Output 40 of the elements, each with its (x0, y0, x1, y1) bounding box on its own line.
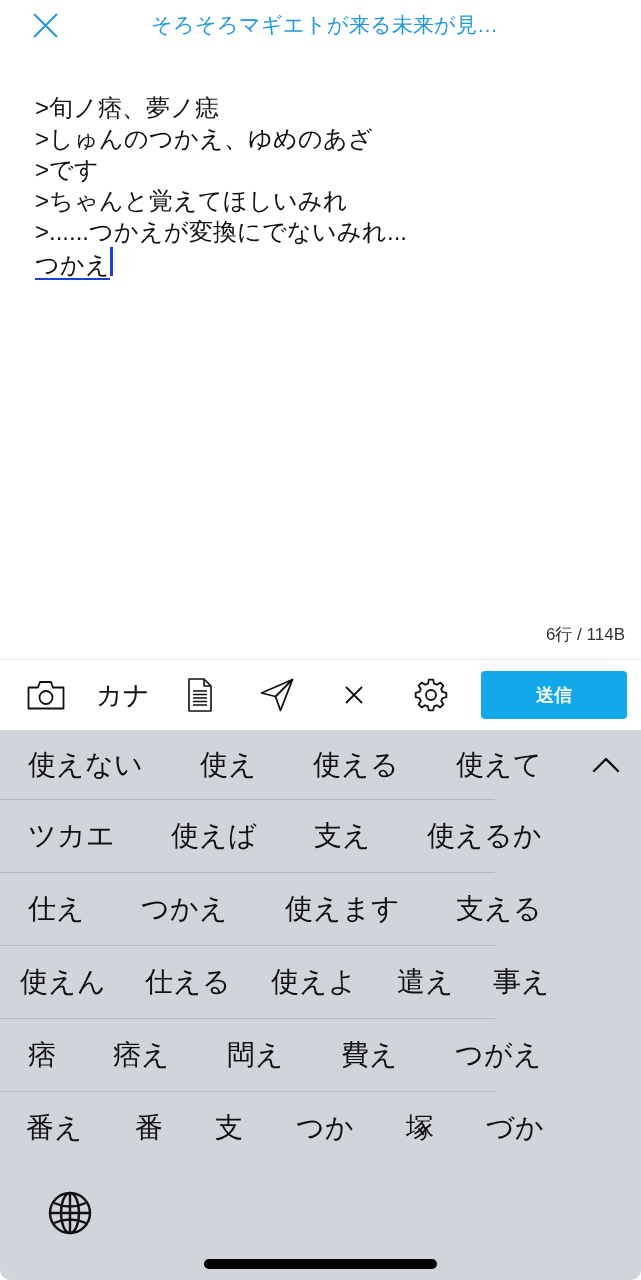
conversion-candidate[interactable]: つかえ (141, 892, 229, 926)
cursor-icon (110, 247, 113, 276)
conversion-candidate[interactable]: 遣え (396, 965, 454, 999)
conversion-candidate[interactable]: ツカエ (28, 819, 116, 853)
globe-icon[interactable] (48, 1191, 92, 1235)
character-counter: 6行 / 114B (545, 625, 625, 645)
conversion-candidate[interactable]: 使えば (171, 819, 258, 853)
document-icon[interactable] (187, 678, 212, 712)
conversion-candidate[interactable]: 支える (455, 892, 542, 926)
conversion-candidate[interactable]: 支 (215, 1111, 244, 1145)
conversion-candidate[interactable]: 使えます (284, 892, 400, 926)
conversion-candidate[interactable]: 使えて (455, 747, 542, 782)
conversion-candidate[interactable]: 支え (313, 819, 371, 853)
conversion-candidate[interactable]: 使えるか (426, 819, 542, 853)
conversion-candidate[interactable]: 使えん (19, 965, 106, 999)
conversion-candidate[interactable]: 費え (340, 1038, 398, 1072)
conversion-candidate[interactable]: つがえ (454, 1038, 542, 1072)
conversion-candidate[interactable]: 仕える (145, 965, 232, 999)
chevron-up-icon[interactable] (591, 756, 620, 773)
conversion-candidate[interactable]: 使え (199, 747, 257, 782)
message-field[interactable]: >旬ノ痞、夢ノ痣 >しゅんのつかえ、ゆめのあざ >です >ちゃんと覚えてほしいみれ >......つかえが変換にでないみれ... つかえ (35, 92, 611, 280)
conversion-candidate[interactable]: つか (295, 1111, 354, 1145)
kana-button[interactable]: カナ (95, 680, 150, 710)
settings-icon[interactable] (413, 678, 448, 712)
conversion-candidate[interactable]: 使える (313, 747, 400, 782)
conversion-candidate[interactable]: 痞え (113, 1038, 171, 1072)
conversion-candidate[interactable]: 使えよ (271, 965, 357, 999)
conversion-candidate[interactable]: 使えない (28, 747, 144, 782)
conversion-candidate[interactable]: 事え (493, 965, 551, 999)
close-icon[interactable] (344, 686, 363, 704)
conversion-candidate[interactable]: づか (485, 1111, 544, 1145)
conversion-candidate[interactable]: 閊え (227, 1038, 284, 1072)
thread-title: そろそろマギエトが来る未来が見… (151, 12, 498, 38)
camera-icon[interactable] (26, 680, 65, 710)
send-icon[interactable] (259, 678, 294, 712)
conversion-candidate[interactable]: 番え (26, 1111, 84, 1145)
conversion-candidate[interactable]: 塚 (405, 1111, 434, 1145)
conversion-candidate[interactable]: 痞 (28, 1038, 57, 1072)
conversion-candidate[interactable]: 仕え (28, 892, 86, 926)
conversion-candidate[interactable]: 番 (135, 1111, 164, 1145)
